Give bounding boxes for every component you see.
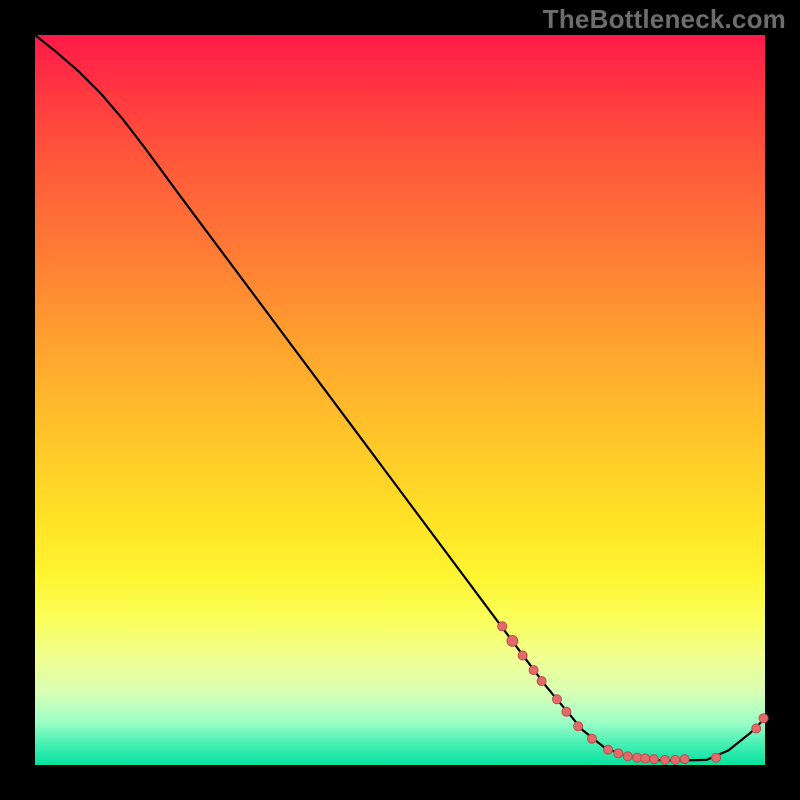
data-marker — [614, 749, 623, 758]
data-marker — [671, 755, 680, 764]
data-marker — [623, 752, 632, 761]
chart-frame: TheBottleneck.com — [0, 0, 800, 800]
chart-overlay — [35, 35, 765, 765]
data-marker — [759, 714, 768, 723]
data-marker — [752, 724, 761, 733]
data-marker — [507, 636, 518, 647]
data-marker — [587, 734, 596, 743]
data-marker — [712, 753, 721, 762]
data-marker — [562, 707, 571, 716]
data-marker — [552, 695, 561, 704]
data-marker — [660, 755, 669, 764]
data-marker — [537, 677, 546, 686]
markers-group — [498, 622, 768, 765]
data-marker — [498, 622, 507, 631]
data-marker — [680, 755, 689, 764]
data-marker — [604, 745, 613, 754]
bottleneck-curve — [35, 35, 765, 761]
data-marker — [529, 666, 538, 675]
data-marker — [650, 755, 659, 764]
data-marker — [574, 722, 583, 731]
data-marker — [518, 651, 527, 660]
data-marker — [641, 754, 650, 763]
watermark-text: TheBottleneck.com — [543, 4, 786, 35]
